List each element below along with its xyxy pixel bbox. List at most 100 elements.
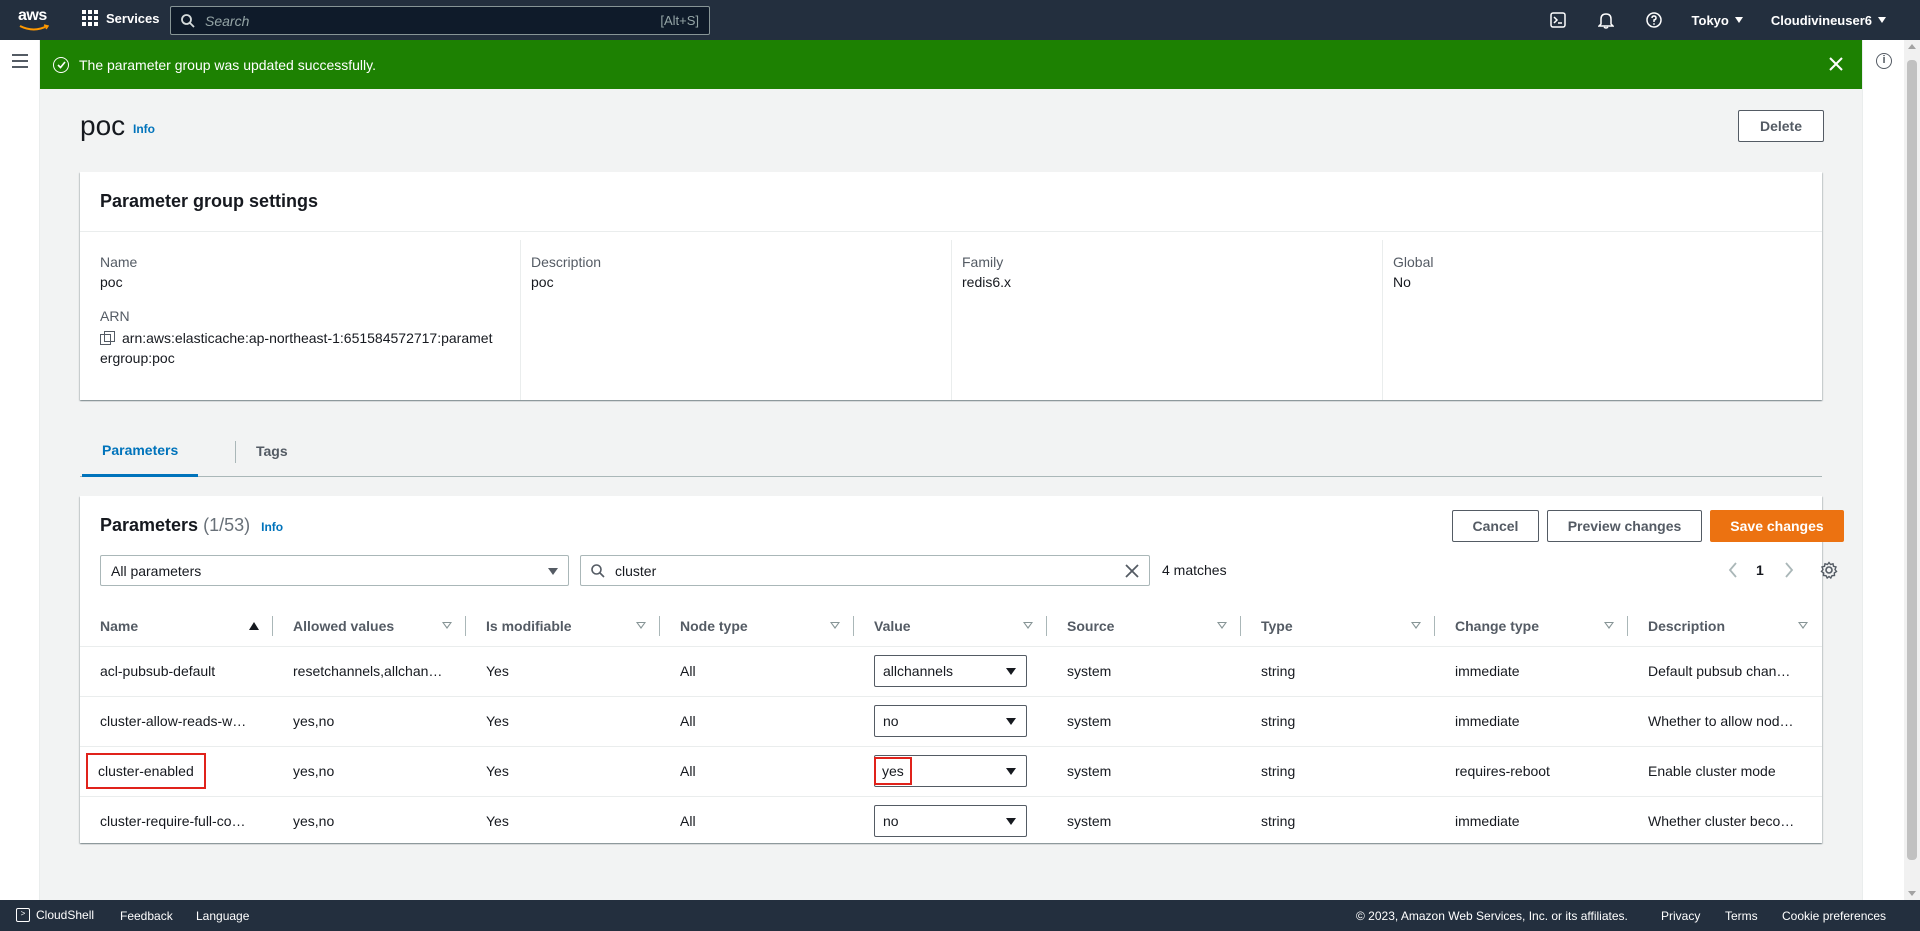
grid-icon [82, 10, 98, 26]
scrollbar-thumb[interactable] [1907, 60, 1917, 860]
region-selector[interactable]: Tokyo [1692, 13, 1743, 28]
caret-down-icon [1006, 818, 1016, 826]
source: system [1047, 646, 1241, 697]
cloudshell-icon[interactable] [1548, 10, 1568, 30]
left-side-rail [0, 40, 40, 900]
chevron-down-icon [1878, 17, 1886, 23]
scroll-down-icon[interactable] [1908, 891, 1916, 896]
parameter-name: acl-pubsub-default [80, 646, 273, 697]
column-header-label: Allowed values [293, 617, 395, 634]
search-placeholder: Search [205, 12, 250, 29]
column-header-allowed-values[interactable]: Allowed values [273, 606, 466, 647]
terms-link[interactable]: Terms [1725, 909, 1758, 923]
table-row[interactable]: cluster-require-full-co… yes,no Yes All … [80, 796, 1822, 846]
value-selected-highlighted: yes [874, 757, 912, 785]
sort-icon [636, 622, 646, 629]
tab-bar: Parameters Tags [80, 425, 1822, 477]
aws-logo[interactable]: aws [18, 7, 50, 33]
next-page-icon[interactable] [1784, 562, 1794, 578]
change-type: immediate [1455, 813, 1520, 830]
cookie-preferences-link[interactable]: Cookie preferences [1782, 909, 1886, 923]
parameter-filter-select[interactable]: All parameters [100, 555, 569, 586]
account-menu[interactable]: Cloudivineuser6 [1771, 13, 1886, 28]
type: string [1241, 696, 1435, 747]
settings-column-name: Name poc ARN arn:aws:elasticache:ap-nort… [100, 252, 520, 412]
parameter-name-cell: cluster-enabled [80, 746, 273, 797]
search-input[interactable]: Search [Alt+S] [170, 6, 710, 35]
account-username: Cloudivineuser6 [1770, 12, 1872, 28]
scroll-up-icon[interactable] [1908, 44, 1916, 49]
privacy-link[interactable]: Privacy [1661, 909, 1700, 923]
family-value: redis6.x [962, 274, 1012, 290]
info-icon[interactable]: i [1876, 53, 1892, 69]
arn-label: ARN [100, 308, 130, 324]
tab-parameters[interactable]: Parameters [82, 425, 199, 477]
save-changes-label: Save changes [1730, 518, 1824, 534]
column-header-node-type[interactable]: Node type [660, 606, 854, 647]
cancel-button[interactable]: Cancel [1452, 510, 1539, 542]
tab-tags[interactable]: Tags [236, 425, 308, 477]
bell-icon[interactable] [1596, 10, 1616, 30]
value-select[interactable]: allchannels [874, 655, 1027, 687]
source: system [1067, 813, 1112, 830]
column-header-is-modifiable[interactable]: Is modifiable [466, 606, 660, 647]
node-type: All [660, 746, 854, 797]
settings-gear-icon[interactable] [1820, 561, 1838, 579]
caret-down-icon [1006, 668, 1016, 675]
column-header-source[interactable]: Source [1047, 606, 1241, 647]
delete-button-label: Delete [1759, 118, 1803, 134]
parameter-search-value: cluster [615, 562, 657, 579]
parameters-table: Name Allowed values Is modifiable Node t… [80, 606, 1822, 846]
parameter-search-input[interactable]: cluster [580, 555, 1150, 586]
allowed-values: yes,no [273, 696, 466, 747]
copy-icon[interactable] [100, 331, 115, 345]
column-header-type[interactable]: Type [1241, 606, 1435, 647]
parameters-info-link[interactable]: Info [261, 520, 283, 534]
menu-icon[interactable] [12, 54, 28, 72]
tab-tags-label: Tags [256, 443, 288, 459]
close-icon[interactable] [1828, 56, 1844, 72]
preview-changes-button[interactable]: Preview changes [1547, 510, 1702, 542]
save-changes-button[interactable]: Save changes [1710, 510, 1844, 542]
page-info-link[interactable]: Info [133, 122, 155, 136]
arn-value-line2: ergroup:poc [100, 350, 175, 366]
column-header-change-type[interactable]: Change type [1435, 606, 1628, 647]
help-icon[interactable] [1644, 10, 1664, 30]
parameters-count: (1/53) [203, 515, 251, 535]
value-selected: allchannels [883, 663, 954, 679]
table-row[interactable]: cluster-enabled yes,no Yes All yes syste… [80, 746, 1822, 797]
allowed-values: yes,no [293, 813, 335, 830]
column-header-value[interactable]: Value [854, 606, 1047, 647]
cloudshell-link[interactable]: > CloudShell [16, 908, 94, 922]
table-row[interactable]: acl-pubsub-default resetchannels,allchan… [80, 646, 1822, 697]
success-check-icon [53, 56, 69, 73]
parameter-filter-value: All parameters [111, 562, 202, 579]
table-row[interactable]: cluster-allow-reads-w… yes,no Yes All no… [80, 696, 1822, 747]
global-label: Global [1393, 254, 1434, 270]
parameters-panel: Parameters (1/53) Info Cancel Preview ch… [80, 496, 1844, 846]
caret-down-icon [1006, 718, 1016, 725]
clear-icon[interactable] [1125, 564, 1139, 578]
match-count: 4 matches [1162, 562, 1227, 578]
column-header-name[interactable]: Name [80, 606, 273, 647]
column-header-description[interactable]: Description [1628, 606, 1822, 647]
delete-button[interactable]: Delete [1738, 110, 1824, 142]
node-type: All [660, 646, 854, 697]
services-menu-button[interactable]: Services [82, 10, 160, 26]
value-select[interactable]: yes [874, 755, 1027, 787]
page-number[interactable]: 1 [1756, 562, 1764, 578]
feedback-link[interactable]: Feedback [120, 909, 173, 923]
table-header-row: Name Allowed values Is modifiable Node t… [80, 606, 1822, 647]
column-header-label: Value [874, 617, 911, 634]
caret-down-icon [548, 568, 558, 575]
value-select[interactable]: no [874, 805, 1027, 838]
description: Enable cluster mode [1628, 746, 1822, 797]
parameter-group-settings-panel: Parameter group settings Name poc ARN ar… [80, 172, 1822, 400]
previous-page-icon[interactable] [1728, 562, 1738, 578]
value-select[interactable]: no [874, 705, 1027, 737]
language-link[interactable]: Language [196, 909, 249, 923]
column-header-label: Node type [680, 617, 748, 634]
is-modifiable: Yes [466, 746, 660, 797]
page-scrollbar[interactable] [1904, 40, 1920, 900]
is-modifiable: Yes [466, 696, 660, 747]
